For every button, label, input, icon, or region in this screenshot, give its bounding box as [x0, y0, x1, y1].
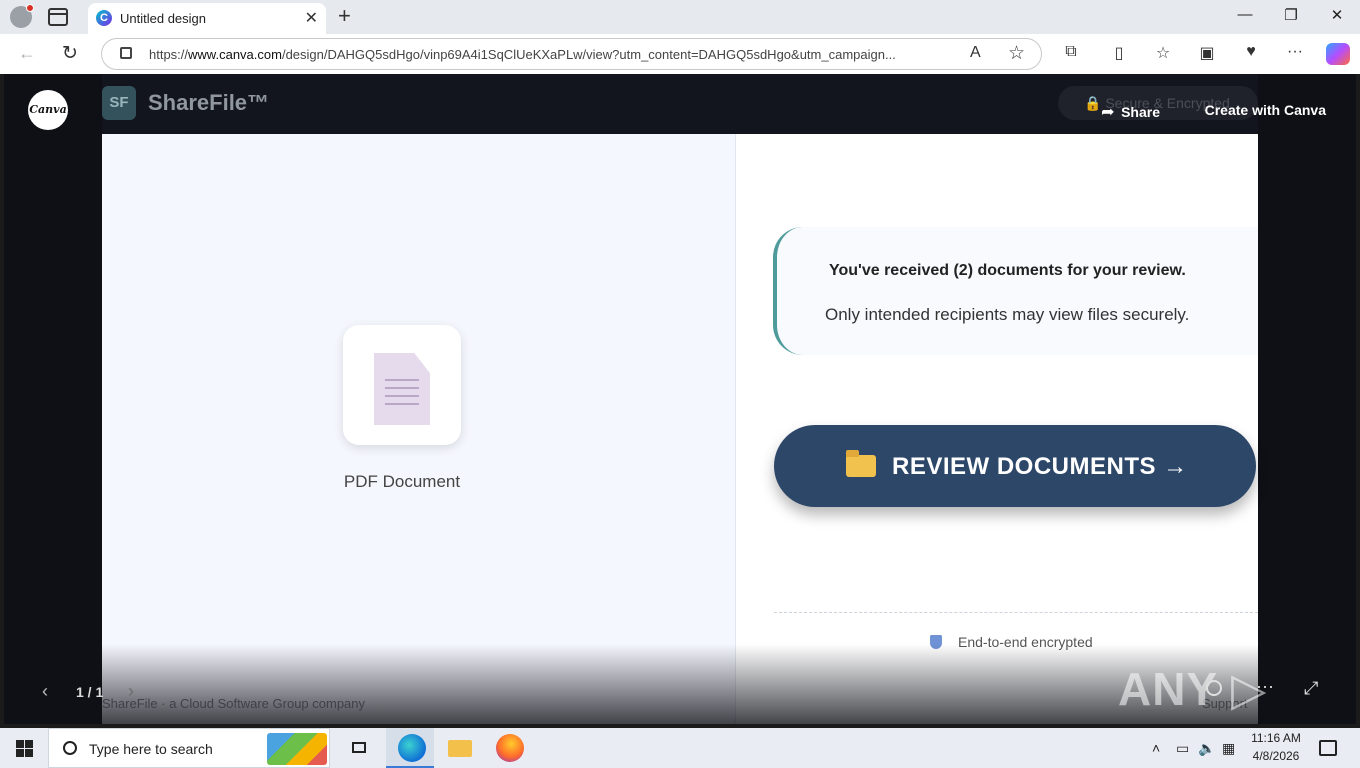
task-view-icon[interactable] — [348, 734, 376, 762]
create-with-canva-button[interactable]: Create with Canva — [1205, 102, 1326, 118]
restore-icon[interactable]: ❐ — [1276, 6, 1306, 24]
window-close-icon[interactable]: ✕ — [1322, 6, 1352, 24]
taskbar-search[interactable]: Type here to search — [48, 728, 330, 768]
edge-app-icon[interactable] — [398, 734, 426, 762]
new-tab-icon[interactable]: + — [338, 3, 351, 29]
search-icon — [63, 741, 77, 755]
read-aloud-icon[interactable]: A — [970, 44, 981, 62]
notification-dot — [26, 4, 34, 12]
tab-actions-icon[interactable] — [48, 8, 68, 26]
canva-logo[interactable]: Canva — [28, 90, 68, 130]
performance-icon[interactable]: ♥ — [1240, 43, 1262, 61]
windows-start-icon[interactable] — [16, 740, 33, 757]
canva-favicon-icon: C — [96, 10, 112, 26]
file-explorer-icon[interactable] — [446, 734, 474, 762]
notice-sub-text: Only intended recipients may view files … — [825, 305, 1190, 324]
notifications-icon[interactable] — [1319, 740, 1337, 756]
sharefile-brand: ShareFile™ — [148, 90, 270, 115]
notice-main-text: You've received (2) documents for your r… — [829, 262, 1186, 279]
divider — [774, 612, 1258, 613]
windows-taskbar: Type here to search ˄ ▭ 🔈 ▦ 11:16 AM 4/8… — [0, 728, 1360, 768]
volume-icon[interactable]: 🔈 — [1198, 740, 1215, 757]
anyrun-watermark: ANY ▷ RUN — [1118, 663, 1268, 724]
browser-tab-bar: C Untitled design ✕ + — ❐ ✕ — [0, 0, 1360, 34]
clock-time[interactable]: 11:16 AM — [1246, 731, 1306, 745]
next-page-icon[interactable]: › — [128, 681, 134, 702]
previous-page-icon[interactable]: ‹ — [42, 681, 48, 702]
clock-date[interactable]: 4/8/2026 — [1246, 749, 1306, 763]
address-bar[interactable]: https://www.canva.com/design/DAHGQ5sdHgo… — [101, 38, 1042, 70]
lock-icon[interactable] — [120, 47, 132, 59]
search-placeholder: Type here to search — [89, 741, 213, 757]
firefox-app-icon[interactable] — [496, 734, 524, 762]
search-highlight-icon — [267, 733, 327, 765]
browser-toolbar: ← ↻ https://www.canva.com/design/DAHGQ5s… — [0, 34, 1360, 74]
review-documents-label: REVIEW DOCUMENTS → — [892, 453, 1188, 480]
more-icon[interactable]: ··· — [1284, 43, 1306, 61]
keyboard-icon[interactable]: ▦ — [1222, 740, 1235, 757]
design-footer: ShareFile · a Cloud Software Group compa… — [102, 696, 366, 711]
tray-chevron-icon[interactable]: ˄ — [1152, 740, 1160, 756]
network-icon[interactable]: ▭ — [1176, 740, 1189, 757]
reload-icon[interactable]: ↻ — [62, 42, 78, 65]
document-preview-pane: PDF Document — [102, 134, 736, 724]
minimize-icon[interactable]: — — [1230, 6, 1260, 23]
review-notice: You've received (2) documents for your r… — [773, 227, 1258, 355]
page-counter: 1 / 1 — [76, 684, 104, 700]
back-icon[interactable]: ← — [18, 43, 36, 64]
collections-icon[interactable]: ▣ — [1196, 43, 1218, 63]
url-text[interactable]: https://www.canva.com/design/DAHGQ5sdHgo… — [149, 47, 959, 62]
zoom-icon[interactable] — [1206, 680, 1222, 696]
fullscreen-icon[interactable]: ⤢ — [1304, 678, 1318, 699]
favorite-icon[interactable]: ☆ — [1008, 42, 1025, 65]
copilot-icon[interactable] — [1326, 43, 1350, 65]
design-canvas: PDF Document You've received (2) documen… — [102, 134, 1258, 724]
sharefile-header: SF ShareFile™ 🔒 Secure & Encrypted — [102, 74, 1258, 134]
share-button[interactable]: ➦ Share — [1101, 102, 1160, 122]
profile-icon[interactable] — [10, 4, 34, 28]
close-icon[interactable]: ✕ — [305, 8, 318, 28]
tab-title: Untitled design — [120, 11, 206, 26]
tab-untitled-design[interactable]: C Untitled design ✕ — [88, 3, 326, 34]
pdf-document-card[interactable] — [343, 325, 461, 445]
folder-icon — [846, 450, 876, 477]
canva-viewer: Canva SF ShareFile™ 🔒 Secure & Encrypted… — [4, 74, 1356, 724]
viewer-more-icon[interactable]: ··· — [1256, 676, 1274, 697]
favorites-icon[interactable]: ☆ — [1152, 43, 1174, 63]
review-documents-button[interactable]: REVIEW DOCUMENTS → — [774, 425, 1256, 507]
sharefile-logo-icon: SF — [102, 86, 136, 120]
split-screen-icon[interactable]: ▯ — [1108, 43, 1130, 63]
pdf-file-icon — [374, 353, 430, 425]
share-icon: ➦ — [1101, 104, 1115, 121]
pdf-document-label: PDF Document — [343, 472, 461, 491]
extensions-icon[interactable]: ⧉ — [1060, 43, 1082, 61]
